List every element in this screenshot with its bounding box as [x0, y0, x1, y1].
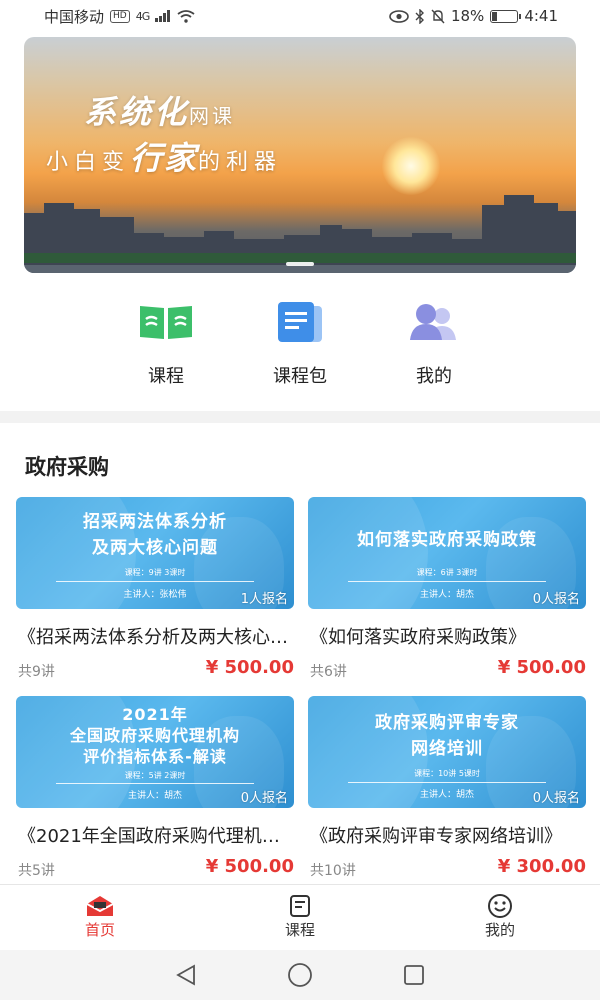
thumbnail-meta: 课程：9讲 3课时 — [124, 568, 186, 577]
smiley-icon — [460, 893, 540, 919]
quick-entry-mine[interactable]: 我的 — [374, 298, 494, 388]
document-stack-icon — [270, 298, 330, 346]
clock: 4:41 — [524, 7, 558, 25]
course-name: 《如何落实政府采购政策》 — [310, 627, 526, 648]
bottom-tab-bar: 首页 课程 我的 — [0, 884, 600, 950]
section-divider — [0, 411, 600, 423]
course-name: 《政府采购评审专家网络培训》 — [310, 826, 562, 847]
thumbnail-title: 政府采购评审专家 网络培训 — [375, 713, 519, 759]
battery-percent: 18% — [450, 7, 485, 25]
notebook-icon — [260, 893, 340, 919]
enroll-count: 0人报名 — [532, 592, 580, 607]
tab-label: 课程 — [284, 921, 315, 939]
quick-entry-label: 课程包 — [273, 366, 327, 387]
course-price: ¥ 500.00 — [497, 657, 586, 678]
quick-entry-course-package[interactable]: 课程包 — [240, 298, 360, 388]
thumbnail-meta: 课程：10讲 5课时 — [414, 769, 480, 778]
thumbnail-rule — [348, 782, 546, 783]
lesson-count: 共9讲 — [18, 664, 55, 680]
course-thumbnail: 如何落实政府采购政策 课程：6讲 3课时 主讲人：胡杰 0人报名 — [308, 497, 586, 609]
bluetooth-icon — [415, 8, 424, 24]
system-navigation-bar — [0, 950, 600, 1000]
banner-headline: 系统化网课 — [84, 93, 236, 131]
tab-label: 我的 — [484, 921, 515, 939]
hd-badge: HD — [110, 9, 130, 23]
tab-courses[interactable]: 课程 — [260, 893, 340, 940]
enroll-count: 1人报名 — [240, 592, 288, 607]
network-label: 4G — [135, 9, 150, 23]
promo-banner[interactable]: 系统化网课 小白变行家的利器 — [24, 37, 576, 273]
lesson-count: 共5讲 — [18, 863, 55, 879]
thumbnail-title: 如何落实政府采购政策 — [357, 530, 537, 550]
users-icon — [404, 298, 464, 346]
course-name: 《2021年全国政府采购代理机构评价指标体系-解读》 — [18, 826, 294, 847]
city-skyline-image — [24, 195, 576, 273]
lesson-count: 共6讲 — [310, 664, 347, 680]
thumbnail-rule — [348, 581, 546, 582]
section-title: 政府采购 — [25, 455, 109, 479]
course-price: ¥ 500.00 — [205, 856, 294, 877]
signal-icon — [155, 10, 171, 22]
tab-home[interactable]: 首页 — [60, 893, 140, 940]
lesson-count: 共10讲 — [310, 863, 356, 879]
open-book-icon — [136, 298, 196, 346]
course-card[interactable]: 招采两法体系分析 及两大核心问题 课程：9讲 3课时 主讲人：张松伟 1人报名 《… — [16, 497, 294, 697]
thumbnail-meta: 课程：5讲 2课时 — [124, 771, 186, 780]
battery-icon — [490, 9, 522, 23]
status-bar: 中国移动 HD 4G 18% 4:41 — [0, 0, 600, 32]
quick-entry-label: 课程 — [148, 366, 184, 387]
mute-bell-icon — [431, 9, 445, 23]
carrier-label: 中国移动 — [44, 7, 105, 26]
course-name: 《招采两法体系分析及两大核心问题》 — [18, 627, 294, 648]
quick-entry-row: 课程 课程包 我的 — [0, 298, 600, 398]
recents-icon[interactable] — [402, 963, 426, 987]
course-thumbnail: 招采两法体系分析 及两大核心问题 课程：9讲 3课时 主讲人：张松伟 1人报名 — [16, 497, 294, 609]
thumbnail-rule — [56, 783, 254, 784]
wifi-icon — [177, 9, 195, 23]
thumbnail-rule — [56, 581, 254, 582]
home-icon — [60, 893, 140, 919]
tab-label: 首页 — [84, 921, 115, 939]
course-price: ¥ 300.00 — [497, 856, 586, 877]
course-card[interactable]: 2021年 全国政府采购代理机构 评价指标体系-解读 课程：5讲 2课时 主讲人：胡… — [16, 696, 294, 896]
eye-icon — [389, 9, 409, 23]
carousel-indicator — [286, 262, 314, 266]
quick-entry-courses[interactable]: 课程 — [106, 298, 226, 388]
enroll-count: 0人报名 — [532, 791, 580, 806]
course-price: ¥ 500.00 — [205, 657, 294, 678]
course-card[interactable]: 政府采购评审专家 网络培训 课程：10讲 5课时 主讲人：胡杰 0人报名 《政府采… — [308, 696, 586, 896]
quick-entry-label: 我的 — [416, 366, 452, 387]
tab-mine[interactable]: 我的 — [460, 893, 540, 940]
thumbnail-title: 招采两法体系分析 及两大核心问题 — [83, 512, 227, 558]
course-thumbnail: 2021年 全国政府采购代理机构 评价指标体系-解读 课程：5讲 2课时 主讲人：胡… — [16, 696, 294, 808]
course-card[interactable]: 如何落实政府采购政策 课程：6讲 3课时 主讲人：胡杰 0人报名 《如何落实政府… — [308, 497, 586, 697]
back-icon[interactable] — [174, 963, 198, 987]
enroll-count: 0人报名 — [240, 791, 288, 806]
course-thumbnail: 政府采购评审专家 网络培训 课程：10讲 5课时 主讲人：胡杰 0人报名 — [308, 696, 586, 808]
home-circle-icon[interactable] — [286, 961, 314, 989]
thumbnail-meta: 课程：6讲 3课时 — [416, 568, 478, 577]
thumbnail-title: 2021年 全国政府采购代理机构 评价指标体系-解读 — [69, 705, 240, 766]
battery-level-fill — [492, 11, 497, 21]
